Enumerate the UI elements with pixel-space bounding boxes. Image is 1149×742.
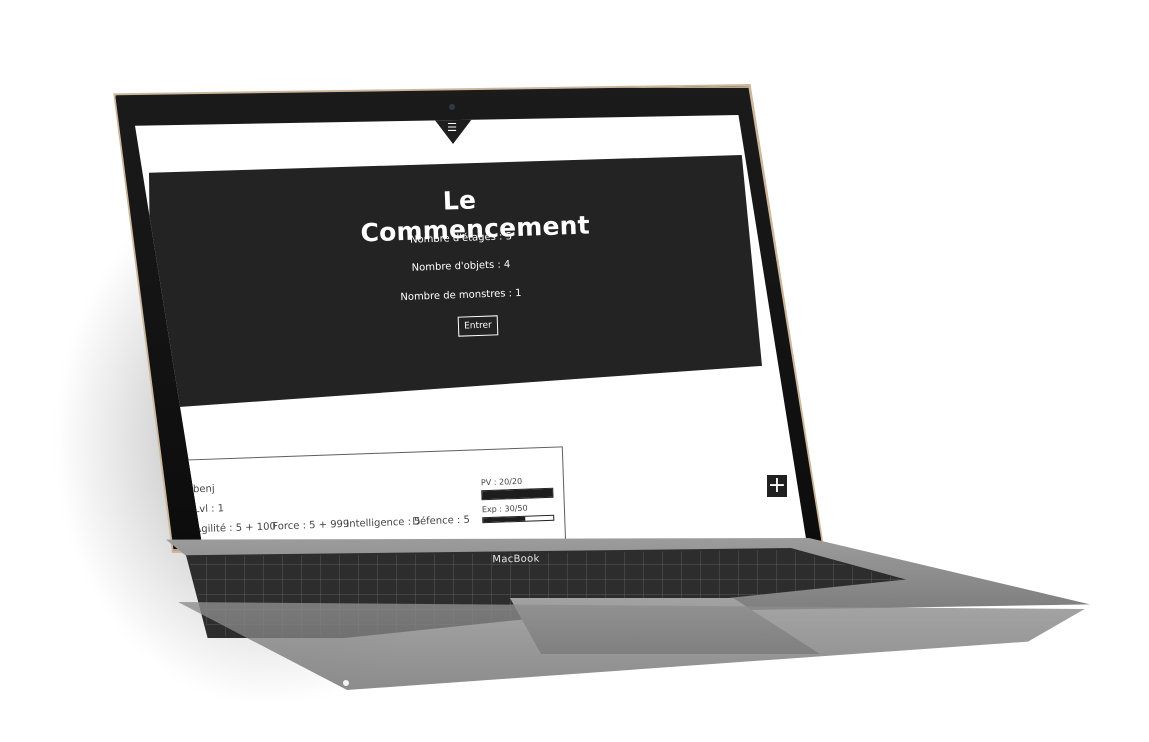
web-page: ☰ Le Commencement Nombre d'étages : 5 No…	[135, 115, 807, 545]
exp-bar	[482, 514, 555, 524]
character-strength: Force : 5 + 999	[272, 518, 350, 533]
screen: ☰ Le Commencement Nombre d'étages : 5 No…	[135, 115, 807, 545]
hp-bar-fill	[482, 488, 553, 500]
character-panel: benj Lvl : 1 Agilité : 5 + 100 Force : 5…	[180, 446, 568, 545]
camera-dot	[449, 104, 455, 110]
enter-button[interactable]: Entrer	[457, 315, 499, 337]
character-intelligence: Intelligence : 5	[346, 516, 421, 530]
exp-label: Exp : 30/50	[481, 503, 528, 515]
menu-icon[interactable]: ☰	[445, 122, 459, 133]
hp-label: PV : 20/20	[480, 476, 523, 488]
character-agility: Agilité : 5 + 100	[194, 521, 277, 536]
plus-icon: +	[767, 473, 787, 498]
character-level: Lvl : 1	[193, 503, 225, 516]
character-defense: Défence : 5	[412, 514, 471, 528]
add-button[interactable]: +	[767, 475, 787, 497]
macbook-brand-label: MacBook	[492, 553, 540, 566]
exp-bar-fill	[483, 516, 526, 523]
status-light	[343, 680, 349, 686]
character-name: benj	[192, 483, 215, 496]
hp-bar	[481, 487, 554, 501]
